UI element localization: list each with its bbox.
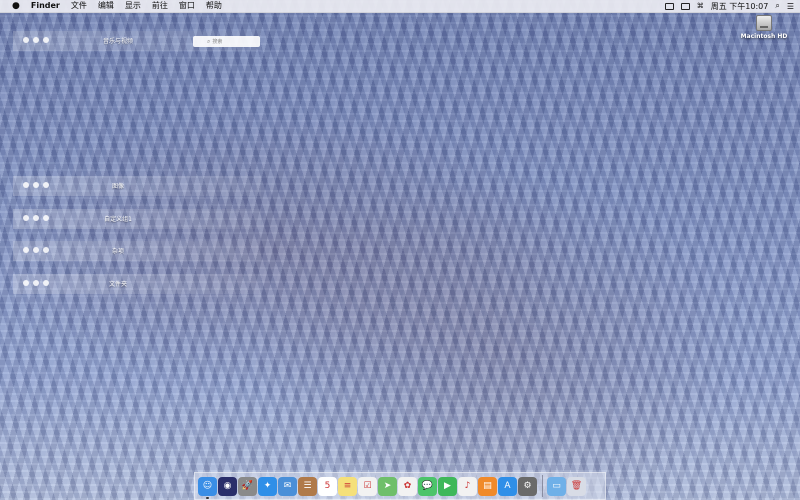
menu-help[interactable]: 帮助 <box>206 0 222 12</box>
airplay-icon[interactable] <box>680 2 690 10</box>
search-placeholder: 搜索 <box>212 39 223 45</box>
widget-panel-folders[interactable]: 文件夹 <box>13 274 261 294</box>
widget-panel-images[interactable]: 图像 <box>13 176 261 196</box>
downloads-folder-icon[interactable]: ▭ <box>547 476 566 496</box>
launchpad-icon[interactable]: 🚀 <box>238 476 257 496</box>
menu-window[interactable]: 窗口 <box>179 0 195 12</box>
panel-window-controls[interactable] <box>23 182 49 188</box>
menu-file[interactable]: 文件 <box>71 0 87 12</box>
widget-panel-custom-group[interactable]: 自定义组1 <box>13 209 261 229</box>
menu-bar: ● Finder 文件 编辑 显示 前往 窗口 帮助 ⌘ 周五 下午10:07 … <box>0 0 800 13</box>
panel-window-controls[interactable] <box>23 280 49 286</box>
contacts-icon[interactable]: ☰ <box>298 476 317 496</box>
notification-center-icon[interactable]: ☰ <box>787 2 794 11</box>
safari-icon[interactable]: ✦ <box>258 476 277 496</box>
siri-icon[interactable]: ◉ <box>218 476 237 496</box>
trash-icon[interactable]: 🗑 <box>567 476 586 496</box>
search-icon: ⌕ <box>207 37 211 45</box>
itunes-icon[interactable]: ♪ <box>458 476 477 496</box>
notes-icon[interactable]: ≡ <box>338 476 357 496</box>
messages-icon[interactable]: 💬 <box>418 476 437 496</box>
finder-icon[interactable]: ☺ <box>198 476 217 499</box>
maps-icon[interactable]: ➤ <box>378 476 397 496</box>
panel-title: 音乐与视频 <box>102 38 133 45</box>
books-icon[interactable]: ▤ <box>478 476 497 496</box>
facetime-icon[interactable]: ▶ <box>438 476 457 496</box>
panel-title: 图像 <box>111 183 124 190</box>
menu-go[interactable]: 前往 <box>152 0 168 12</box>
photos-icon[interactable]: ✿ <box>398 476 417 496</box>
spotlight-search-icon[interactable]: ⌕ <box>775 1 779 11</box>
menu-app-name[interactable]: Finder <box>31 0 60 12</box>
panel-window-controls[interactable] <box>23 215 49 221</box>
panel-title: 杂项 <box>111 248 124 255</box>
hard-drive-icon <box>756 15 772 31</box>
appstore-icon[interactable]: A <box>498 476 517 496</box>
menu-clock[interactable]: 周五 下午10:07 <box>711 1 769 12</box>
panel-window-controls[interactable] <box>23 37 49 43</box>
widget-panel-misc[interactable]: 杂项 <box>13 241 261 261</box>
input-source-icon[interactable]: ⌘ <box>697 2 704 10</box>
calendar-icon[interactable]: 5 <box>318 476 337 496</box>
system-preferences-icon[interactable]: ⚙ <box>518 476 537 496</box>
dock: ☺ ◉ 🚀 ✦ ✉ ☰ 5 ≡ ☑ ➤ ✿ 💬 ▶ ♪ ▤ A ⚙ ▭ 🗑 <box>194 472 606 500</box>
search-input[interactable]: ⌕ 搜索 <box>193 36 260 47</box>
apple-menu-icon[interactable]: ● <box>12 0 20 12</box>
status-area: ⌘ 周五 下午10:07 ⌕ ☰ <box>664 0 794 12</box>
panel-window-controls[interactable] <box>23 247 49 253</box>
dock-separator <box>542 475 543 497</box>
mail-icon[interactable]: ✉ <box>278 476 297 496</box>
menu-view[interactable]: 显示 <box>125 0 141 12</box>
hd-label: Macintosh HD <box>740 33 788 40</box>
panel-title: 文件夹 <box>108 281 127 288</box>
menu-edit[interactable]: 编辑 <box>98 0 114 12</box>
panel-title: 自定义组1 <box>104 216 132 223</box>
macintosh-hd-desktop-item[interactable]: Macintosh HD <box>736 15 792 40</box>
display-icon[interactable] <box>664 2 674 10</box>
reminders-icon[interactable]: ☑ <box>358 476 377 496</box>
